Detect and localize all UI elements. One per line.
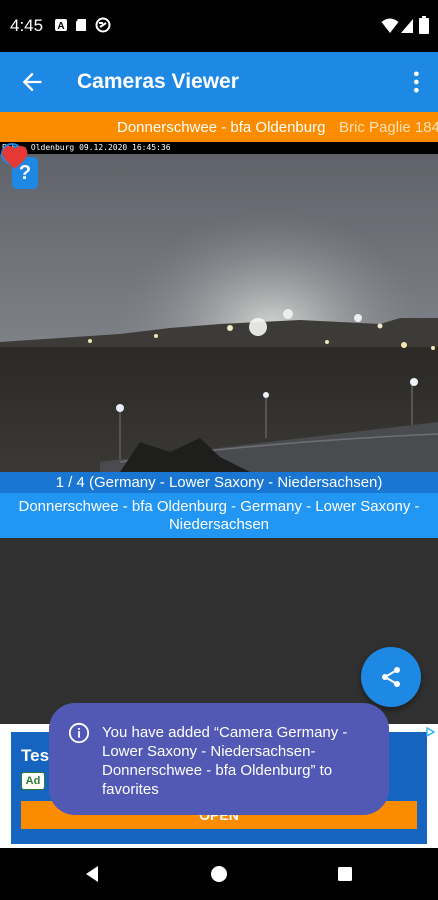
sync-icon (95, 17, 111, 33)
info-icon (68, 722, 90, 744)
marquee-current: Donnerschwee - bfa Oldenburg (117, 119, 326, 136)
svg-text:A: A (57, 21, 64, 32)
share-icon (382, 667, 400, 687)
camera-timestamp: BFE ~ Oldenburg 09.12.2020 16:45:36 (0, 142, 438, 154)
camera-image[interactable]: BFE ~ Oldenburg 09.12.2020 16:45:36 ? (0, 142, 438, 472)
status-bar: 4:45 A (0, 0, 438, 52)
back-triangle-icon[interactable] (80, 862, 104, 886)
system-nav-bar (0, 848, 438, 900)
camera-name-marquee: Donnerschwee - bfa Oldenburg Bric Paglie… (0, 112, 438, 142)
sd-card-icon (76, 19, 86, 31)
favorites-toast: You have added “Camera Germany - Lower S… (49, 703, 389, 815)
page-title: Cameras Viewer (77, 70, 239, 93)
toast-message: You have added “Camera Germany - Lower S… (102, 724, 348, 798)
description-line-2: Niedersachsen (168, 516, 270, 533)
recents-square-icon[interactable] (333, 862, 357, 886)
battery-icon (419, 16, 429, 34)
ad-badge: Ad (21, 772, 45, 790)
marquee-next: Bric Paglie 184 (339, 119, 438, 136)
status-time: 4:45 (10, 16, 44, 35)
description-line-1: Donnerschwee - bfa Oldenburg - Germany -… (18, 498, 420, 515)
adchoices-icon[interactable] (424, 726, 436, 738)
signal-icon (401, 19, 413, 33)
arrow-back-icon[interactable] (18, 68, 46, 96)
camera-description: Donnerschwee - bfa Oldenburg - Germany -… (0, 493, 438, 538)
share-button[interactable] (361, 647, 421, 707)
favorite-heart-icon[interactable] (0, 142, 30, 170)
home-circle-icon[interactable] (207, 862, 231, 886)
camera-counter: 1 / 4 (Germany - Lower Saxony - Niedersa… (0, 472, 438, 493)
more-vert-icon[interactable] (400, 68, 428, 96)
app-bar: Cameras Viewer (0, 52, 438, 112)
wifi-icon (381, 18, 399, 33)
webcam-scene (0, 142, 438, 472)
a-notification-icon: A (55, 19, 67, 32)
